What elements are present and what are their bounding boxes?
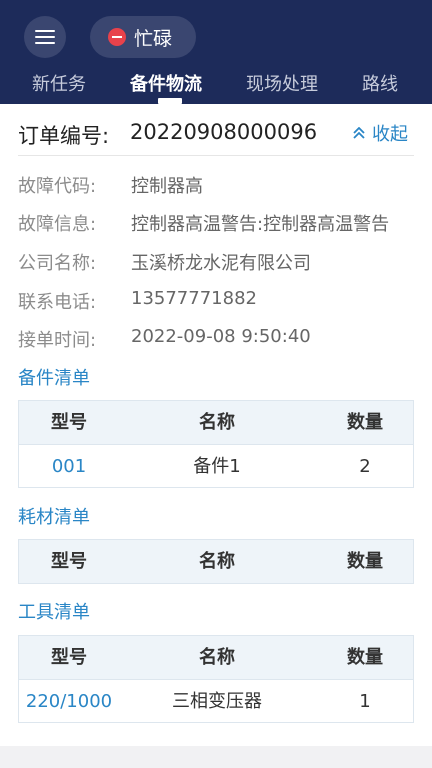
- order-number-label: 订单编号:: [18, 124, 110, 148]
- column-header-model: 型号: [51, 412, 87, 433]
- spare-parts-section-title: 备件清单: [18, 368, 90, 389]
- menu-button[interactable]: [24, 16, 66, 58]
- tab-bar: 新任务 备件物流 现场处理 路线: [0, 66, 432, 104]
- table-header: 型号 名称 数量: [19, 401, 413, 444]
- double-chevron-up-icon: [353, 127, 365, 139]
- tool-name: 三相变压器: [172, 691, 262, 712]
- tools-table: 型号 名称 数量 220/1000 三相变压器 1: [18, 635, 414, 723]
- consumables-section-title: 耗材清单: [18, 507, 90, 528]
- table-row: 001 备件1 2: [19, 444, 413, 487]
- column-header-name: 名称: [199, 412, 235, 433]
- info-label: 联系电话:: [18, 292, 97, 313]
- info-row-contact-phone: 联系电话: 13577771882: [18, 288, 432, 316]
- order-number-value: 20220908000096: [130, 120, 318, 144]
- tab-spare-parts-logistics[interactable]: 备件物流: [130, 70, 202, 96]
- info-value[interactable]: 13577771882: [131, 288, 257, 309]
- column-header-quantity: 数量: [347, 412, 383, 433]
- hamburger-menu-icon: [35, 30, 55, 44]
- info-value: 控制器高温警告:控制器高温警告: [131, 214, 390, 235]
- info-row-fault-info: 故障信息: 控制器高温警告:控制器高温警告: [18, 210, 432, 238]
- table-row: 220/1000 三相变压器 1: [19, 679, 413, 722]
- tab-onsite-handling[interactable]: 现场处理: [246, 70, 318, 96]
- tool-quantity: 1: [359, 691, 371, 712]
- info-value: 2022-09-08 9:50:40: [131, 326, 311, 347]
- consumables-table: 型号 名称 数量: [18, 539, 414, 584]
- column-header-quantity: 数量: [347, 647, 383, 668]
- tab-new-task[interactable]: 新任务: [32, 70, 86, 96]
- column-header-name: 名称: [199, 647, 235, 668]
- status-toggle-button[interactable]: 忙碌: [90, 16, 196, 58]
- part-quantity: 2: [359, 456, 371, 477]
- collapse-label: 收起: [372, 124, 408, 145]
- info-row-fault-code: 故障代码: 控制器高: [18, 172, 432, 200]
- info-label: 故障代码:: [18, 176, 97, 197]
- column-header-quantity: 数量: [347, 551, 383, 572]
- collapse-button[interactable]: 收起: [352, 120, 408, 146]
- column-header-model: 型号: [51, 647, 87, 668]
- info-row-company-name: 公司名称: 玉溪桥龙水泥有限公司: [18, 249, 432, 277]
- table-header: 型号 名称 数量: [19, 540, 413, 583]
- info-row-accept-time: 接单时间: 2022-09-08 9:50:40: [18, 326, 432, 354]
- tab-route[interactable]: 路线: [362, 70, 398, 96]
- table-header: 型号 名称 数量: [19, 636, 413, 679]
- spare-parts-table: 型号 名称 数量 001 备件1 2: [18, 400, 414, 488]
- info-value: 玉溪桥龙水泥有限公司: [131, 253, 311, 274]
- order-header: 订单编号: 20220908000096 收起: [18, 118, 414, 156]
- info-label: 故障信息:: [18, 214, 97, 235]
- info-label: 接单时间:: [18, 330, 97, 351]
- model-link[interactable]: 001: [19, 445, 119, 488]
- tools-section-title: 工具清单: [18, 602, 90, 623]
- column-header-model: 型号: [51, 551, 87, 572]
- status-label: 忙碌: [134, 27, 173, 50]
- info-value: 控制器高: [131, 176, 203, 197]
- info-label: 公司名称:: [18, 253, 97, 274]
- do-not-disturb-icon: [108, 28, 126, 46]
- column-header-name: 名称: [199, 551, 235, 572]
- top-app-bar: 忙碌 新任务 备件物流 现场处理 路线: [0, 0, 432, 104]
- model-link[interactable]: 220/1000: [19, 680, 119, 723]
- order-detail-card: 订单编号: 20220908000096 收起 故障代码: 控制器高 故障信息:…: [0, 104, 432, 746]
- part-name: 备件1: [193, 456, 241, 477]
- bottom-divider: [0, 746, 432, 768]
